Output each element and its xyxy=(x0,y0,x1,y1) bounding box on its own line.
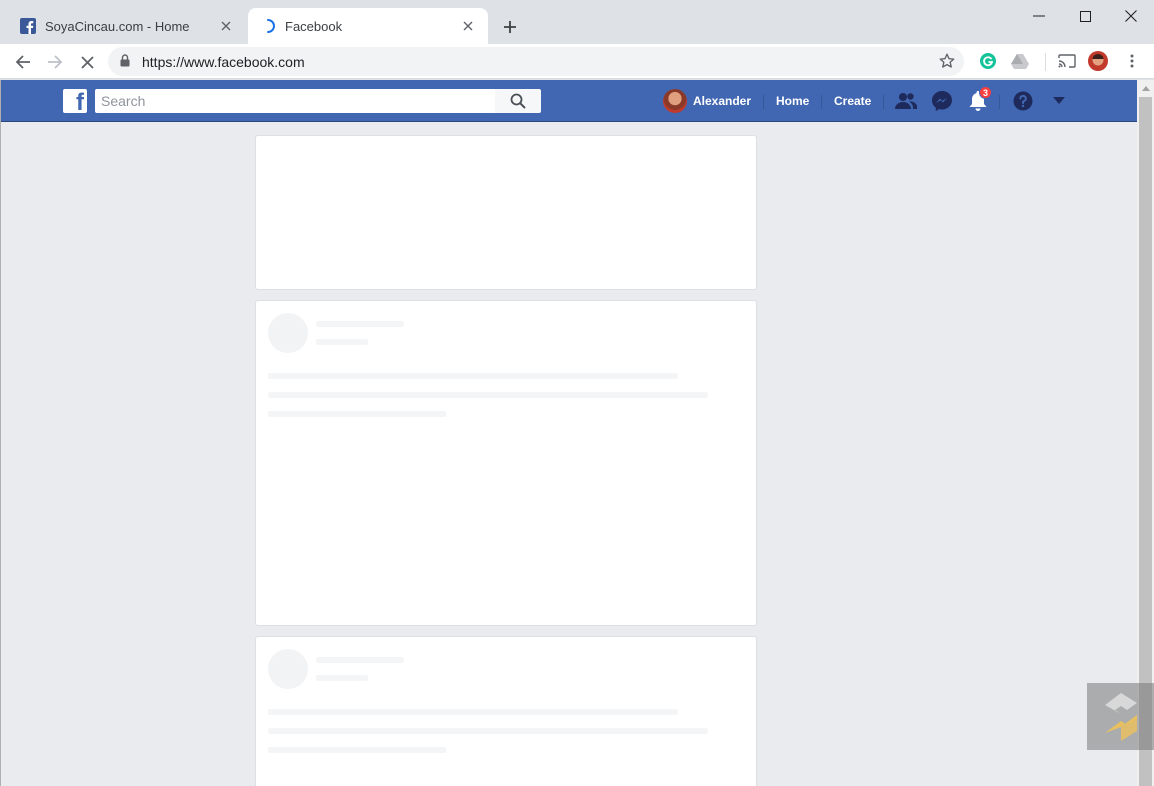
create-link[interactable]: Create xyxy=(834,89,871,113)
timestamp-line-placeholder xyxy=(316,675,368,681)
text-line-placeholder xyxy=(268,411,446,417)
scroll-up-arrow-icon[interactable] xyxy=(1137,80,1154,97)
chrome-menu-icon[interactable] xyxy=(1122,51,1142,71)
tab-facebook[interactable]: Facebook xyxy=(248,8,488,44)
post-placeholder-card xyxy=(255,636,757,786)
composer-placeholder-card xyxy=(255,135,757,290)
nav-divider xyxy=(821,95,822,109)
close-window-button[interactable] xyxy=(1108,0,1154,32)
search-icon xyxy=(510,93,526,109)
avatar-placeholder xyxy=(268,313,308,353)
text-line-placeholder xyxy=(268,373,678,379)
back-button[interactable] xyxy=(9,48,37,76)
page-viewport: f Alexander Home Create 3 xyxy=(0,80,1154,786)
text-line-placeholder xyxy=(268,709,678,715)
watermark-logo xyxy=(1087,683,1154,750)
minimize-button[interactable] xyxy=(1016,0,1062,32)
close-tab-icon[interactable] xyxy=(218,18,234,34)
user-avatar xyxy=(663,89,687,113)
browser-toolbar: https://www.facebook.com xyxy=(0,44,1154,79)
loading-spinner-icon xyxy=(260,18,276,34)
notifications-bell-icon[interactable]: 3 xyxy=(965,86,992,113)
tab-soyacincau[interactable]: SoyaCincau.com - Home xyxy=(8,8,246,44)
facebook-logo[interactable]: f xyxy=(63,89,87,113)
home-link[interactable]: Home xyxy=(776,89,809,113)
stop-loading-button[interactable] xyxy=(73,48,101,76)
text-line-placeholder xyxy=(268,747,446,753)
close-tab-icon[interactable] xyxy=(460,18,476,34)
notification-badge: 3 xyxy=(979,86,992,99)
toolbar-divider xyxy=(1045,53,1046,71)
account-menu-dropdown-icon[interactable] xyxy=(1046,89,1072,113)
profile-link[interactable]: Alexander xyxy=(663,89,751,113)
grammarly-icon[interactable] xyxy=(978,51,998,71)
friend-requests-icon[interactable] xyxy=(893,89,919,113)
nav-divider xyxy=(883,95,884,109)
avatar-placeholder xyxy=(268,649,308,689)
url-text: https://www.facebook.com xyxy=(142,54,305,70)
text-line-placeholder xyxy=(268,728,708,734)
facebook-f-icon xyxy=(20,18,36,34)
name-line-placeholder xyxy=(316,321,404,327)
facebook-header: f Alexander Home Create 3 xyxy=(1,80,1137,122)
forward-button[interactable] xyxy=(41,48,69,76)
post-placeholder-card xyxy=(255,300,757,626)
timestamp-line-placeholder xyxy=(316,339,368,345)
address-bar[interactable]: https://www.facebook.com xyxy=(108,47,964,76)
name-line-placeholder xyxy=(316,657,404,663)
tab-strip: SoyaCincau.com - Home Facebook xyxy=(0,0,1154,44)
vertical-scrollbar[interactable] xyxy=(1137,80,1154,786)
profile-name: Alexander xyxy=(693,94,752,108)
nav-divider xyxy=(763,95,764,109)
nav-divider xyxy=(999,95,1000,109)
new-tab-button[interactable] xyxy=(498,15,522,39)
help-icon[interactable] xyxy=(1010,89,1036,113)
maximize-button[interactable] xyxy=(1062,0,1108,32)
profile-avatar[interactable] xyxy=(1088,51,1108,71)
search-button[interactable] xyxy=(495,89,541,113)
cast-icon[interactable] xyxy=(1057,51,1077,71)
messenger-icon[interactable] xyxy=(929,89,955,113)
tab-title: SoyaCincau.com - Home xyxy=(45,18,190,34)
text-line-placeholder xyxy=(268,392,708,398)
lock-icon xyxy=(120,54,130,72)
tab-title: Facebook xyxy=(285,18,343,34)
bookmark-star-icon[interactable] xyxy=(938,52,956,75)
search-input[interactable] xyxy=(95,89,495,113)
google-drive-icon[interactable] xyxy=(1010,51,1030,71)
